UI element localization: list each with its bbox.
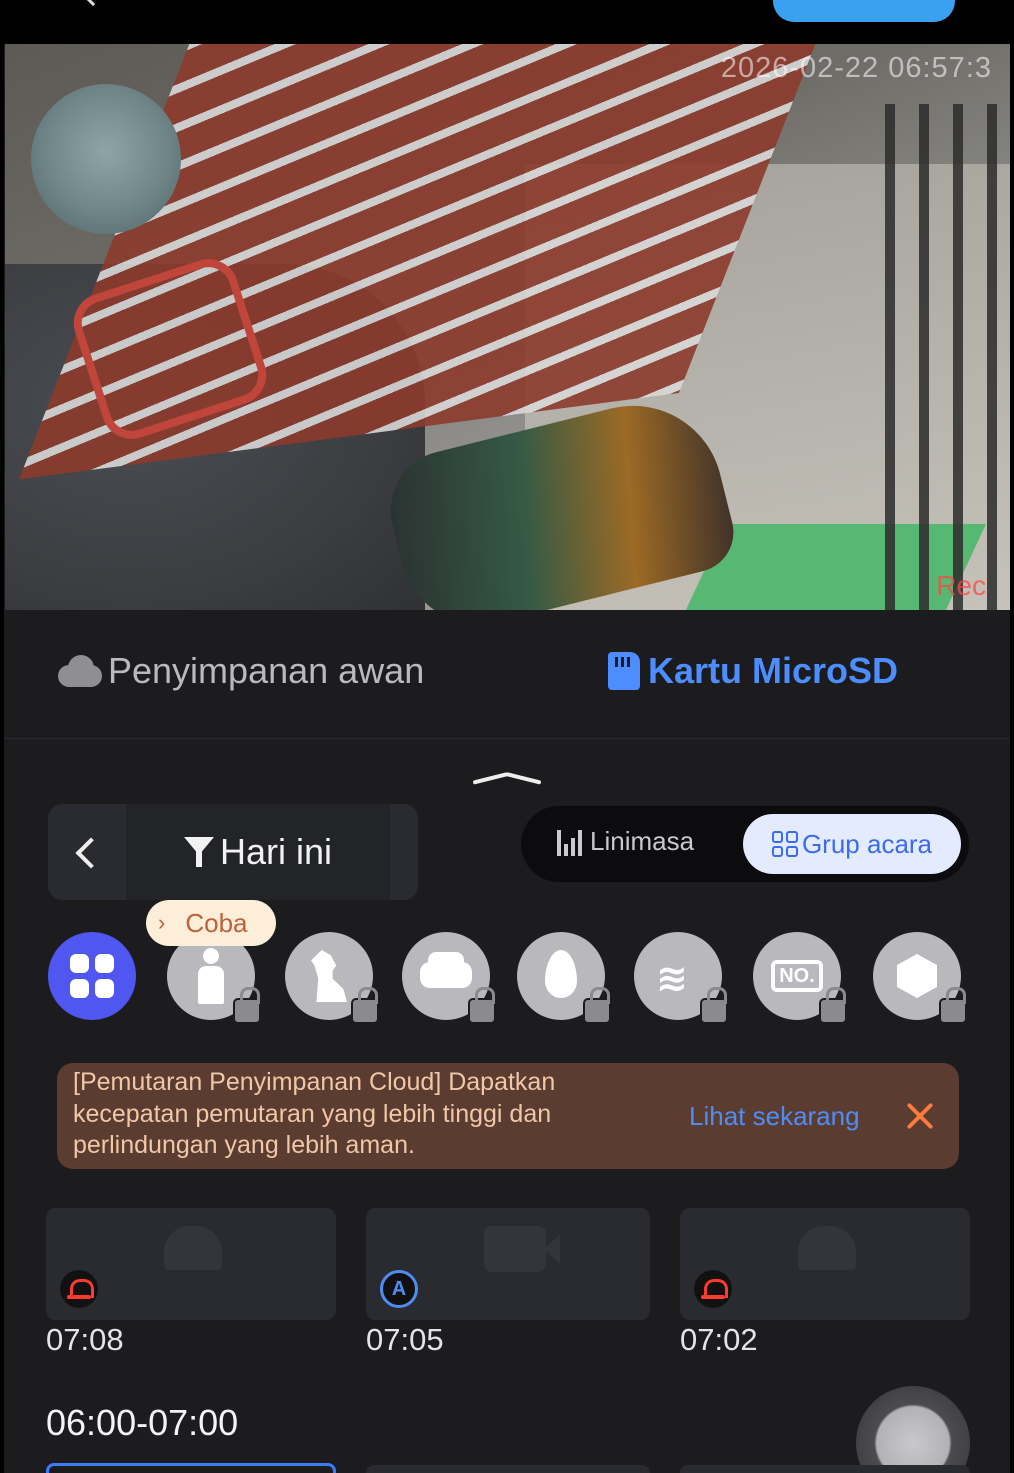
camera-video-view[interactable]: 2026-02-22 06:57:3 Rec — [5, 44, 1010, 610]
sd-card-icon — [608, 652, 640, 690]
siren-placeholder-icon — [164, 1226, 222, 1270]
chevron-left-icon[interactable] — [48, 804, 126, 900]
try-tooltip-label: Coba — [185, 907, 248, 938]
floating-action-button[interactable] — [856, 1386, 970, 1473]
smoke-icon: ≋ — [656, 958, 688, 1000]
cloud-icon — [56, 655, 104, 687]
category-package-button[interactable] — [873, 932, 967, 1024]
lock-icon — [351, 987, 379, 1024]
back-icon[interactable] — [85, 0, 101, 7]
pet-icon — [311, 950, 347, 1002]
all-grid-icon — [70, 954, 114, 998]
top-bar — [0, 0, 1014, 44]
view-toggle: Linimasa Grup acara — [521, 806, 969, 882]
promo-text: [Pemutaran Penyimpanan Cloud] Dapatkan k… — [73, 1068, 556, 1159]
chevron-right-icon[interactable] — [390, 804, 418, 900]
category-smoke-button[interactable]: ≋ — [634, 932, 728, 1024]
event-category-filters: ≋ NO. — [0, 932, 1014, 1024]
timeline-view-label: Linimasa — [590, 826, 695, 856]
tab-cloud-storage-label: Penyimpanan awan — [108, 650, 425, 691]
vehicle-icon — [420, 952, 472, 988]
timeline-icon — [557, 828, 582, 856]
event-card-selected[interactable] — [46, 1463, 336, 1473]
recording-indicator: Rec — [936, 570, 986, 601]
event-card[interactable] — [46, 1208, 336, 1320]
close-icon[interactable] — [905, 1101, 935, 1131]
try-tooltip[interactable]: › Coba — [146, 900, 276, 946]
tab-microsd-label: Kartu MicroSD — [648, 650, 899, 691]
storage-tabs: Penyimpanan awan Kartu MicroSD — [0, 640, 1014, 716]
package-icon — [897, 954, 937, 998]
filter-icon — [183, 835, 214, 869]
screen-edge — [0, 0, 4, 1473]
category-vehicle-button[interactable] — [402, 932, 496, 1024]
tab-microsd[interactable]: Kartu MicroSD — [608, 650, 898, 692]
event-group-view-label: Grup acara — [801, 828, 933, 859]
video-fence — [885, 104, 1010, 610]
license-plate-icon: NO. — [771, 960, 823, 992]
lock-icon — [583, 987, 611, 1024]
event-card[interactable] — [366, 1465, 650, 1473]
video-bucket — [31, 84, 181, 234]
category-license-plate-button[interactable]: NO. — [753, 932, 847, 1024]
lock-icon — [233, 987, 261, 1024]
tab-cloud-storage[interactable]: Penyimpanan awan — [56, 650, 424, 692]
promo-view-now-link[interactable]: Lihat sekarang — [689, 1101, 860, 1132]
event-time: 07:05 — [366, 1322, 444, 1357]
tooltip-arrow-icon: › — [158, 910, 166, 935]
video-timestamp: 2026-02-22 06:57:3 — [720, 52, 992, 84]
fire-icon — [545, 950, 577, 998]
video-placeholder-icon — [484, 1226, 560, 1272]
event-card[interactable]: A — [366, 1208, 650, 1320]
alarm-icon — [694, 1270, 732, 1308]
event-card[interactable] — [680, 1465, 970, 1473]
date-filter-label: Hari ini — [219, 831, 333, 872]
hour-group-title: 06:00-07:00 — [46, 1402, 239, 1443]
event-card[interactable] — [680, 1208, 970, 1320]
event-time: 07:02 — [680, 1322, 758, 1357]
divider — [0, 738, 1014, 739]
auto-record-icon: A — [380, 1270, 418, 1308]
grid-icon — [771, 831, 798, 857]
lock-icon — [939, 987, 967, 1024]
chevron-up-icon[interactable] — [472, 762, 542, 782]
lock-icon — [700, 987, 728, 1024]
date-selector: Hari ini — [48, 804, 418, 900]
lock-icon — [819, 987, 847, 1024]
date-filter-button[interactable]: Hari ini — [126, 804, 390, 900]
cloud-promo-banner: [Pemutaran Penyimpanan Cloud] Dapatkan k… — [57, 1063, 959, 1169]
app-root: 2026-02-22 06:57:3 Rec Penyimpanan awan … — [0, 0, 1014, 1473]
screen-edge — [1010, 0, 1014, 1473]
lock-icon — [468, 987, 496, 1024]
timeline-view-button[interactable]: Linimasa — [557, 826, 694, 857]
top-action-button[interactable] — [773, 0, 955, 22]
category-all-button[interactable] — [48, 932, 136, 1020]
category-pet-button[interactable] — [285, 932, 379, 1024]
event-time: 07:08 — [46, 1322, 124, 1357]
category-fire-button[interactable] — [517, 932, 611, 1024]
person-icon — [198, 948, 224, 1004]
event-group-view-button[interactable]: Grup acara — [743, 814, 961, 874]
siren-placeholder-icon — [798, 1226, 856, 1270]
alarm-icon — [60, 1270, 98, 1308]
